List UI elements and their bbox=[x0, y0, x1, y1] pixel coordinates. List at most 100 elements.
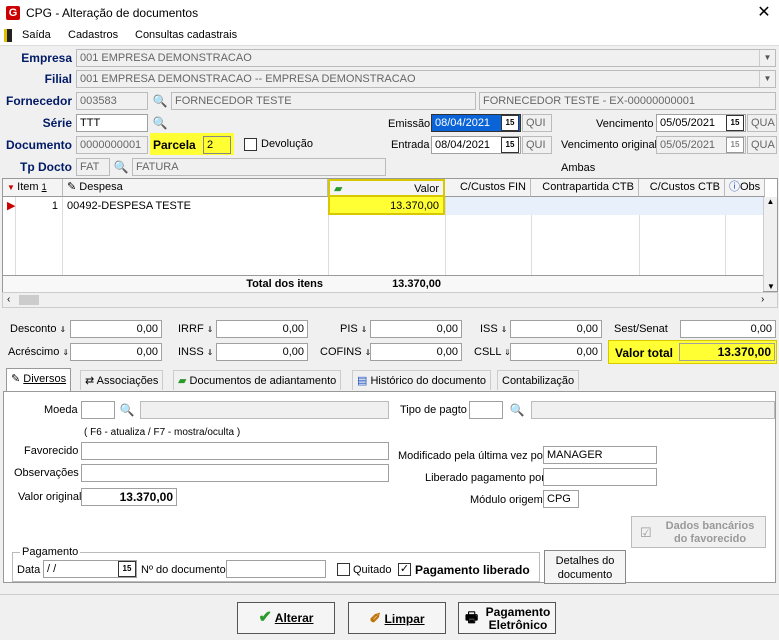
observacoes-label: Observações bbox=[14, 467, 79, 479]
calendar-icon[interactable]: 15 bbox=[118, 561, 136, 577]
irrf-input[interactable]: 0,00 bbox=[216, 320, 308, 338]
observacoes-input[interactable] bbox=[81, 464, 389, 482]
binoculars-icon[interactable]: 🔍 bbox=[118, 401, 136, 419]
eraser-icon: ✐ bbox=[369, 610, 382, 626]
fornecedor-code-input[interactable]: 003583 bbox=[76, 92, 148, 110]
cofins-input[interactable]: 0,00 bbox=[370, 343, 462, 361]
info-icon: ⓘ bbox=[729, 181, 740, 193]
entrada-label: Entrada bbox=[391, 139, 430, 151]
binoculars-icon[interactable]: 🔍 bbox=[112, 158, 130, 176]
grid-horizontal-scrollbar[interactable]: ‹ › bbox=[2, 292, 778, 308]
limpar-button[interactable]: ✐ Limpar bbox=[348, 602, 446, 634]
chevron-down-icon[interactable]: ▼ bbox=[764, 282, 778, 291]
tab-diversos[interactable]: ✎ Diversos bbox=[6, 368, 72, 392]
exit-door-icon[interactable] bbox=[4, 29, 12, 42]
desconto-input[interactable]: 0,00 bbox=[70, 320, 162, 338]
col-despesa-header[interactable]: ✎ Despesa bbox=[63, 179, 328, 197]
col-custos-fin-header[interactable]: C/Custos FIN bbox=[445, 179, 531, 197]
tpdocto-code-input[interactable]: FAT bbox=[76, 158, 110, 176]
data-label: Data bbox=[17, 564, 41, 576]
pencil-icon: ✎ bbox=[11, 373, 21, 385]
col-valor-header[interactable]: ▰ Valor bbox=[328, 179, 445, 197]
pagamento-liberado-label: Pagamento liberado bbox=[415, 563, 530, 577]
filial-label: Filial bbox=[44, 72, 72, 86]
venc-original-weekday: QUA bbox=[747, 136, 777, 154]
tipo-pagto-input[interactable] bbox=[469, 401, 503, 419]
tab-associacoes[interactable]: ⇄ Associações bbox=[80, 370, 164, 390]
close-icon[interactable]: ✕ bbox=[754, 2, 774, 22]
chevron-up-icon[interactable]: ▲ bbox=[764, 197, 777, 206]
tab-contabilizacao[interactable]: Contabilização bbox=[497, 370, 580, 390]
menu-saida[interactable]: Saída bbox=[22, 29, 51, 41]
tab-documentos-adiantamento[interactable]: ▰ Documentos de adiantamento bbox=[173, 370, 342, 390]
fornecedor-full-field: FORNECEDOR TESTE - EX-00000000001 bbox=[479, 92, 776, 110]
parcela-input[interactable]: 2 bbox=[203, 136, 231, 154]
pis-input[interactable]: 0,00 bbox=[370, 320, 462, 338]
empresa-select[interactable]: 001 EMPRESA DEMONSTRACAO ▼ bbox=[76, 49, 776, 67]
modulo-origem-field: CPG bbox=[543, 490, 579, 508]
favorecido-input[interactable] bbox=[81, 442, 389, 460]
tab-historico[interactable]: ▤ Histórico do documento bbox=[352, 370, 492, 390]
calendar-icon[interactable]: 15 bbox=[501, 115, 519, 131]
binoculars-icon[interactable]: 🔍 bbox=[151, 114, 169, 132]
acrescimo-input[interactable]: 0,00 bbox=[70, 343, 162, 361]
row-item-cell: 1 bbox=[51, 200, 58, 212]
col-item-header[interactable]: ▼ Item 1 bbox=[3, 179, 63, 197]
menu-cadastros[interactable]: Cadastros bbox=[68, 29, 118, 41]
csll-input[interactable]: 0,00 bbox=[510, 343, 602, 361]
chevron-down-icon[interactable]: ▼ bbox=[759, 50, 775, 66]
row-selected-area bbox=[446, 197, 763, 215]
inss-input[interactable]: 0,00 bbox=[216, 343, 308, 361]
alterar-button[interactable]: ✔ Alterar bbox=[237, 602, 335, 634]
parcela-label: Parcela bbox=[153, 138, 196, 152]
chevron-left-icon[interactable]: ‹ bbox=[7, 294, 10, 305]
sest-senat-input[interactable]: 0,00 bbox=[680, 320, 776, 338]
menu-consultas-cadastrais[interactable]: Consultas cadastrais bbox=[135, 29, 237, 41]
irrf-label: IRRF ⇓ bbox=[178, 323, 214, 335]
acrescimo-label: Acréscimo ⇓ bbox=[8, 346, 70, 358]
chevron-down-icon[interactable]: ▼ bbox=[759, 71, 775, 87]
tipo-pagto-label: Tipo de pagto bbox=[400, 404, 467, 416]
quitado-checkbox[interactable] bbox=[337, 563, 350, 576]
documento-input[interactable]: 0000000001 bbox=[76, 136, 148, 154]
iss-label: ISS ⇓ bbox=[480, 323, 508, 335]
grid-vertical-scrollbar[interactable]: ▲ ▼ bbox=[763, 197, 777, 291]
moeda-input[interactable] bbox=[81, 401, 115, 419]
fornecedor-name-field: FORNECEDOR TESTE bbox=[171, 92, 476, 110]
scroll-thumb[interactable] bbox=[19, 295, 39, 305]
col-contrapartida-header[interactable]: Contrapartida CTB bbox=[531, 179, 639, 197]
calendar-icon[interactable]: 15 bbox=[726, 115, 744, 131]
calendar-icon[interactable]: 15 bbox=[501, 137, 519, 153]
fornecedor-label: Fornecedor bbox=[5, 94, 72, 108]
moeda-label: Moeda bbox=[44, 404, 78, 416]
vencimento-weekday: QUA bbox=[747, 114, 777, 132]
detalhes-documento-button[interactable]: Detalhes do documento bbox=[544, 550, 626, 584]
serie-label: Série bbox=[42, 116, 72, 130]
col-obs-header[interactable]: ⓘObs bbox=[725, 179, 765, 197]
sest-senat-label: Sest/Senat bbox=[614, 323, 668, 335]
devolucao-checkbox[interactable] bbox=[244, 138, 257, 151]
table-row[interactable]: ▶ 1 00492-DESPESA TESTE 13.370,00 bbox=[3, 197, 763, 215]
valor-original-label: Valor original bbox=[18, 491, 82, 503]
binoculars-icon[interactable]: 🔍 bbox=[151, 92, 169, 110]
serie-input[interactable]: TTT bbox=[76, 114, 148, 132]
liberado-label: Liberado pagamento por bbox=[425, 472, 545, 484]
grid-total-row: Total dos itens 13.370,00 bbox=[3, 275, 763, 292]
pagamento-eletronico-button[interactable]: 🖶 Pagamento Eletrônico bbox=[458, 602, 556, 634]
iss-input[interactable]: 0,00 bbox=[510, 320, 602, 338]
items-grid[interactable]: ▼ Item 1 ✎ Despesa ▰ Valor C/Custos FIN C… bbox=[2, 178, 778, 292]
shortcut-hint: ( F6 - atualiza / F7 - mostra/oculta ) bbox=[84, 427, 241, 438]
chevron-right-icon[interactable]: › bbox=[761, 294, 764, 305]
pagamento-liberado-checkbox[interactable]: ✓ bbox=[398, 563, 411, 576]
row-valor-cell: 13.370,00 bbox=[328, 197, 445, 215]
pagamento-group-label: Pagamento bbox=[20, 546, 81, 558]
ndoc-input[interactable] bbox=[226, 560, 326, 578]
col-custos-ctb-header[interactable]: C/Custos CTB bbox=[639, 179, 725, 197]
ndoc-label: Nº do documento bbox=[141, 564, 226, 576]
checkmark-icon: ✔ bbox=[258, 609, 272, 626]
filial-select[interactable]: 001 EMPRESA DEMONSTRACAO -- EMPRESA DEMO… bbox=[76, 70, 776, 88]
binoculars-icon[interactable]: 🔍 bbox=[508, 401, 526, 419]
total-value: 13.370,00 bbox=[392, 278, 441, 290]
dados-bancarios-button[interactable]: ☑ Dados bancários do favorecido bbox=[631, 516, 766, 548]
modificado-field: MANAGER bbox=[543, 446, 657, 464]
